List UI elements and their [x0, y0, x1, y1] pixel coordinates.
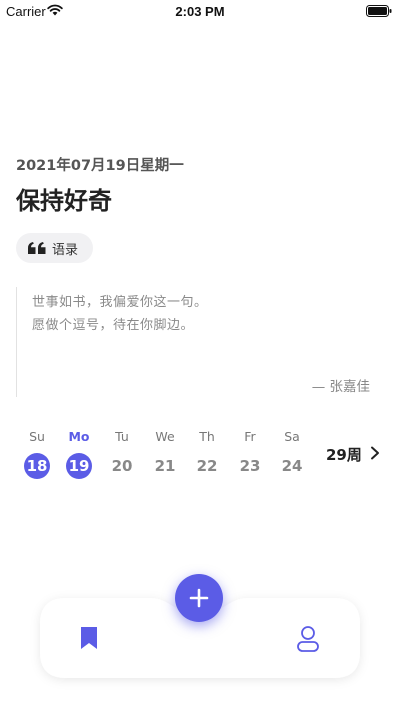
day-number: 21 — [154, 457, 176, 475]
weekday-label: Sa — [284, 429, 300, 444]
day-number: 19 — [66, 453, 92, 479]
day-number: 24 — [281, 457, 303, 475]
quote-author: — 张嘉佳 — [311, 379, 370, 395]
quote-line: 愿做个逗号，待在你脚边。 — [32, 318, 195, 333]
screen: Carrier 2:03 PM 2021年07月19日星期一 保持好奇 语录 世… — [0, 0, 400, 711]
battery-icon — [366, 5, 392, 17]
status-bar: Carrier 2:03 PM — [0, 0, 400, 22]
day-number: 22 — [196, 457, 218, 475]
quote-line: 世事如书，我偏爱你这一句。 — [32, 295, 208, 310]
day-wednesday[interactable]: We 21 — [145, 428, 185, 479]
quote-block: 世事如书，我偏爱你这一句。 愿做个逗号，待在你脚边。 — 张嘉佳 — [16, 287, 376, 397]
quote-category-chip[interactable]: 语录 — [16, 233, 93, 263]
weekday-label: Mo — [68, 429, 90, 444]
day-number: 18 — [24, 453, 50, 479]
weekday-label: We — [155, 429, 175, 444]
weekday-label: Fr — [244, 429, 256, 444]
day-number: 23 — [239, 457, 261, 475]
chevron-right-icon[interactable] — [369, 446, 381, 460]
day-friday[interactable]: Fr 23 — [230, 428, 270, 479]
day-number: 20 — [111, 457, 133, 475]
day-sunday[interactable]: Su 18 — [17, 428, 57, 479]
page-title: 保持好奇 — [16, 187, 112, 215]
quote-icon — [28, 242, 46, 254]
profile-icon[interactable] — [296, 625, 320, 653]
weekday-label: Th — [199, 429, 215, 444]
tab-bar — [0, 570, 400, 690]
add-button[interactable] — [175, 574, 223, 622]
quote-chip-label: 语录 — [52, 242, 79, 258]
bookmark-icon[interactable] — [78, 626, 100, 650]
date-heading: 2021年07月19日星期一 — [16, 158, 184, 174]
weekday-label: Su — [29, 429, 45, 444]
week-number-label[interactable]: 29周 — [326, 444, 362, 465]
day-saturday[interactable]: Sa 24 — [272, 428, 312, 479]
week-strip: Su 18 Mo 19 Tu 20 We 21 Th 22 Fr 23 Sa 2… — [0, 428, 400, 488]
status-time: 2:03 PM — [175, 4, 225, 19]
plus-icon — [189, 588, 209, 608]
day-monday[interactable]: Mo 19 — [59, 428, 99, 479]
day-tuesday[interactable]: Tu 20 — [102, 428, 142, 479]
day-thursday[interactable]: Th 22 — [187, 428, 227, 479]
weekday-label: Tu — [115, 429, 129, 444]
